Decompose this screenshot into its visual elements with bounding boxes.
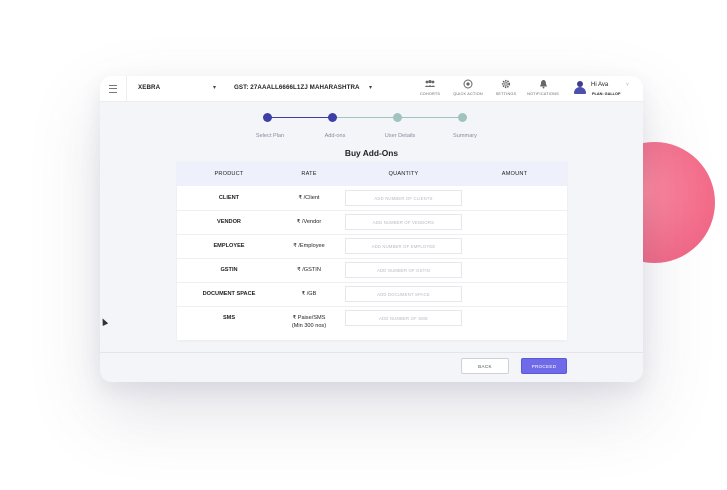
table-row: VENDOR ₹ /Vendor ADD NUMBER OF VENDORS	[177, 210, 567, 235]
rate-value: ₹ /Vendor	[296, 219, 322, 225]
step-dot-summary	[458, 113, 467, 122]
table-row: DOCUMENT SPACE ₹ /GB ADD DOCUMENT SPACE	[177, 282, 567, 307]
rate-value: ₹ /Employee	[293, 243, 325, 249]
rate-value: ₹ /Client	[298, 195, 320, 201]
quantity-input[interactable]: ADD DOCUMENT SPACE	[345, 286, 462, 302]
bell-icon	[521, 79, 565, 91]
product-name: EMPLOYEE	[213, 243, 245, 249]
table-row: GSTIN ₹ /GSTIN ADD NUMBER OF GSTIN	[177, 258, 567, 283]
quantity-input[interactable]: ADD NUMBER OF GSTIN	[345, 262, 462, 278]
step-dot-add-ons	[328, 113, 337, 122]
step-label-add-ons: Add-ons	[324, 133, 346, 139]
product-name: VENDOR	[217, 219, 241, 225]
step-label-user-details: User Details	[384, 133, 416, 139]
header-amount: AMOUNT	[501, 171, 528, 177]
rate-value: ₹ /GB	[301, 291, 317, 297]
step-label-select-plan: Select Plan	[255, 133, 285, 139]
addons-table: PRODUCT RATE QUANTITY AMOUNT CLIENT ₹ /C…	[177, 162, 567, 340]
app-window: XEBRA ▾ GST: 27AAALL6666L1ZJ MAHARASHTRA…	[100, 76, 643, 382]
plan-label: PLAN: GALLOP	[592, 92, 621, 96]
avatar[interactable]	[574, 81, 586, 94]
quantity-input[interactable]: ADD NUMBER OF SMS	[345, 310, 462, 326]
chevron-down-icon[interactable]: ▾	[213, 84, 216, 91]
product-name: SMS	[222, 315, 236, 321]
table-header: PRODUCT RATE QUANTITY AMOUNT	[177, 162, 567, 186]
step-dot-select-plan	[263, 113, 272, 122]
header-rate: RATE	[301, 171, 317, 177]
table-row: SMS ₹ Paise/SMS (Min 300 nos) ADD NUMBER…	[177, 306, 567, 339]
step-label-summary: Summary	[453, 133, 477, 139]
quantity-input[interactable]: ADD NUMBER OF CLIENTS	[345, 190, 462, 206]
rate-note: (Min 300 nos)	[291, 323, 327, 329]
product-name: DOCUMENT SPACE	[202, 291, 256, 297]
rate-value: ₹ /GSTIN	[297, 267, 321, 273]
table-row: CLIENT ₹ /Client ADD NUMBER OF CLIENTS	[177, 186, 567, 211]
quantity-input[interactable]: ADD NUMBER OF EMPLOYEE	[345, 238, 462, 254]
notifications-button[interactable]: NOTIFICATIONS	[521, 79, 565, 96]
header-quantity: QUANTITY	[388, 171, 419, 177]
gst-select[interactable]: GST: 27AAALL6666L1ZJ MAHARASHTRA	[234, 84, 360, 91]
table-row: EMPLOYEE ₹ /Employee ADD NUMBER OF EMPLO…	[177, 234, 567, 259]
quantity-input[interactable]: ADD NUMBER OF VENDORS	[345, 214, 462, 230]
chevron-down-icon[interactable]: ˅	[626, 82, 629, 88]
menu-icon[interactable]	[100, 76, 127, 101]
step-dot-user-details	[393, 113, 402, 122]
header-product: PRODUCT	[214, 171, 244, 177]
page-title: Buy Add-Ons	[344, 148, 399, 158]
top-bar: XEBRA ▾ GST: 27AAALL6666L1ZJ MAHARASHTRA…	[100, 76, 643, 102]
rate-value: ₹ Paise/SMS	[292, 315, 326, 321]
product-name: CLIENT	[218, 195, 240, 201]
product-name: GSTIN	[220, 267, 238, 273]
chevron-down-icon[interactable]: ▾	[369, 84, 372, 91]
stepper-progress-line	[267, 117, 332, 118]
back-button[interactable]: BACK	[461, 358, 509, 374]
proceed-button[interactable]: PROCEED	[521, 358, 567, 374]
user-greeting: Hi Ava	[591, 82, 609, 88]
company-select[interactable]: XEBRA	[138, 84, 160, 91]
